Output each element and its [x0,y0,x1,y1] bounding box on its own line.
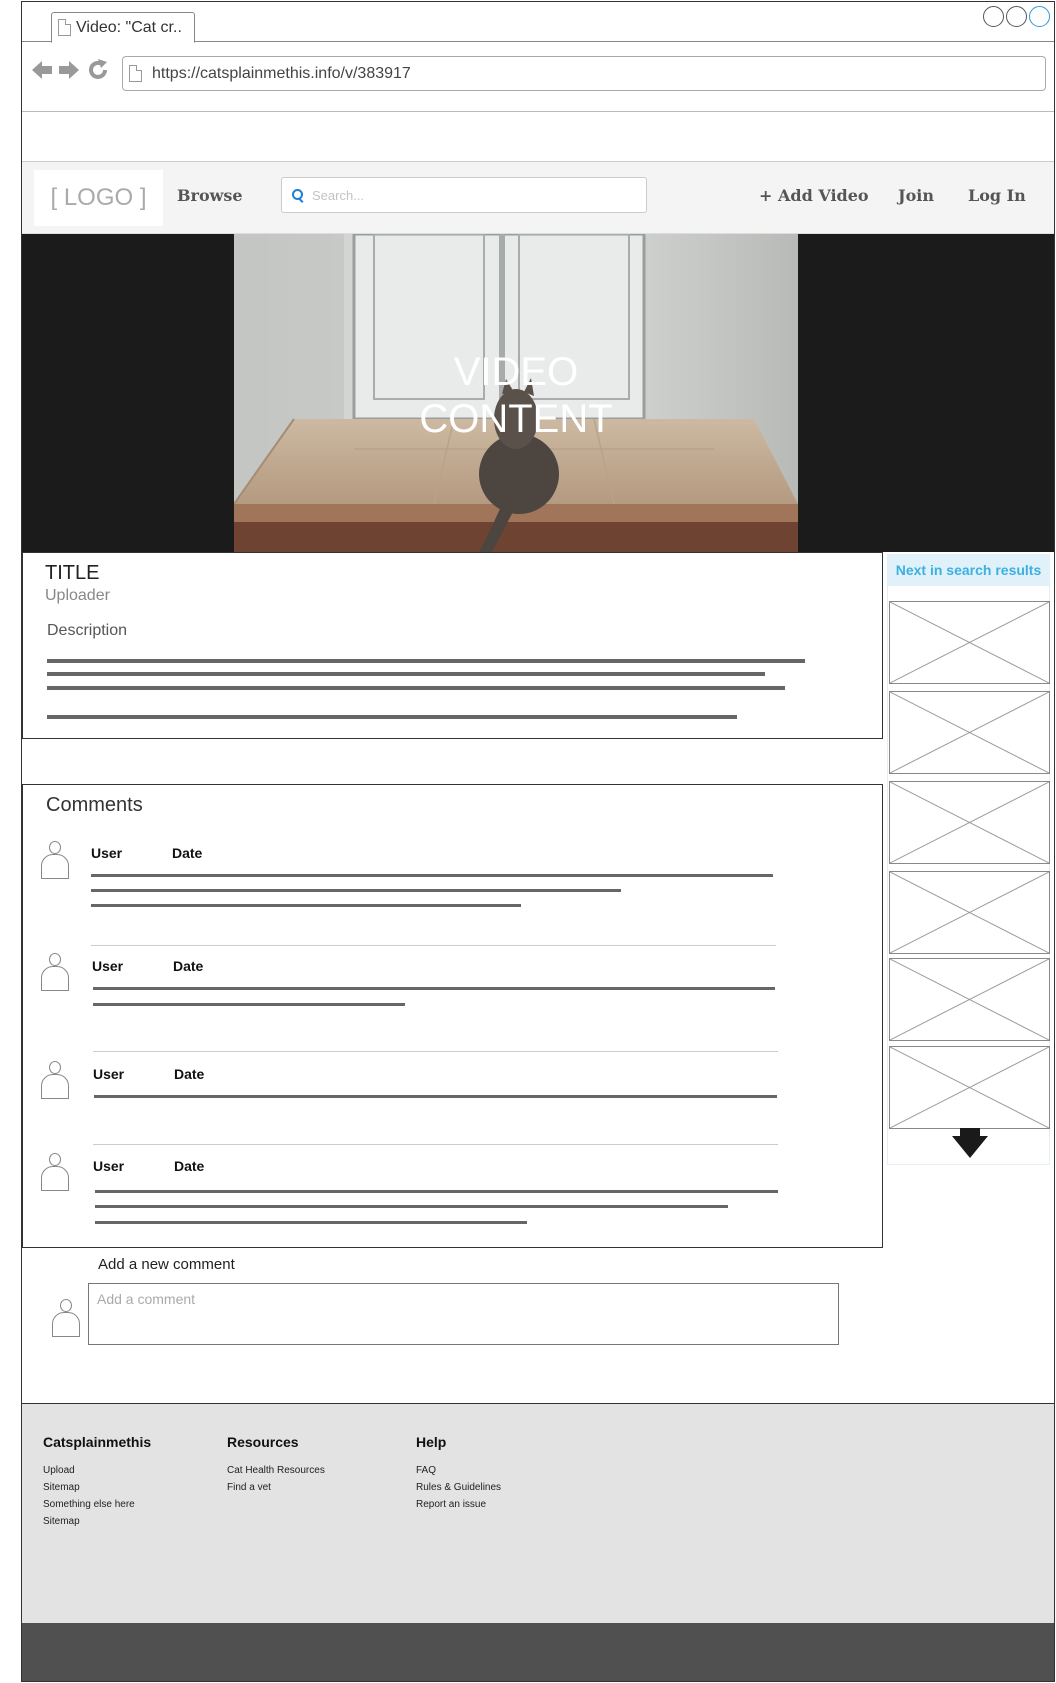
comment-divider [91,945,776,946]
forward-arrow-icon[interactable] [57,58,81,82]
comment-text-line [91,874,773,877]
description-text-line [47,715,737,719]
video-thumbnail[interactable] [889,1046,1050,1129]
footer-heading: Resources [227,1434,299,1450]
url-text: https://catsplainmethis.info/v/383917 [152,64,411,82]
comment-date: Date [173,958,204,974]
comment-date: Date [174,1066,205,1082]
video-thumbnail[interactable] [889,958,1050,1041]
site-footer: Catsplainmethis Upload Sitemap Something… [22,1403,1054,1623]
footer-link[interactable]: Rules & Guidelines [416,1479,501,1496]
footer-link[interactable]: Upload [43,1462,151,1479]
comment-date: Date [172,845,203,861]
comment-divider [93,1051,778,1052]
footer-heading: Help [416,1434,447,1450]
video-text-line1: VIDEO [453,350,579,394]
footer-column: Help FAQ Rules & Guidelines Report an is… [416,1434,501,1513]
browse-link[interactable]: Browse [177,186,243,205]
video-player[interactable]: VIDEO CONTENT [22,234,1054,552]
back-arrow-icon[interactable] [30,58,54,82]
reload-icon[interactable] [86,58,110,82]
user-avatar-icon[interactable] [41,1153,69,1191]
footer-link[interactable]: Something else here [43,1496,151,1513]
comment-text-line [95,1205,728,1208]
comment-text-line [91,904,521,907]
video-placeholder-text: VIDEO CONTENT [234,349,798,443]
comment-user[interactable]: User [93,1158,124,1174]
footer-column: Catsplainmethis Upload Sitemap Something… [43,1434,151,1530]
page-icon [129,65,142,82]
footer-link[interactable]: Sitemap [43,1479,151,1496]
description-text-line [47,672,765,676]
comment-text-line [94,1095,777,1098]
arrow-down-icon[interactable] [952,1128,988,1158]
footer-heading: Catsplainmethis [43,1434,152,1450]
tab-title: Video: "Cat cr.. [76,18,182,36]
login-link[interactable]: Log In [968,186,1026,205]
browser-window: Video: "Cat cr.. https://catsplainmethis… [21,1,1055,1682]
address-bar[interactable]: https://catsplainmethis.info/v/383917 [122,56,1046,91]
footer-link[interactable]: Report an issue [416,1496,501,1513]
comment-text-line [93,987,775,990]
comment-user[interactable]: User [93,1066,124,1082]
minimize-icon[interactable] [983,6,1004,27]
footer-link[interactable]: Find a vet [227,1479,325,1496]
video-title: TITLE [45,562,100,584]
maximize-icon[interactable] [1006,6,1027,27]
video-text-line2: CONTENT [419,397,613,441]
video-thumbnail[interactable] [889,871,1050,954]
footer-link[interactable]: FAQ [416,1462,501,1479]
comment-text-line [93,1003,405,1006]
video-thumbnail[interactable] [889,601,1050,684]
tab-strip: Video: "Cat cr.. [22,2,1054,43]
site-header: [ LOGO ] Browse + Add Video Join Log In [22,161,1054,234]
navigation-bar: https://catsplainmethis.info/v/383917 [22,42,1054,112]
uploader-link[interactable]: Uploader [45,587,110,605]
site-logo[interactable]: [ LOGO ] [34,170,163,226]
add-video-link[interactable]: + Add Video [759,186,869,205]
comment-divider [93,1144,778,1145]
description-label: Description [47,622,128,639]
comments-heading: Comments [46,794,143,816]
video-info-panel: TITLE Uploader Description [22,552,883,739]
comment-date: Date [174,1158,205,1174]
add-comment-label: Add a new comment [98,1256,235,1273]
search-icon [292,189,304,201]
description-text-line [47,686,785,690]
video-thumbnail[interactable] [889,691,1050,774]
user-avatar-icon[interactable] [41,1061,69,1099]
add-comment-input[interactable] [88,1283,839,1345]
video-frame[interactable]: VIDEO CONTENT [234,234,798,552]
search-input[interactable] [312,187,612,203]
next-results-heading: Next in search results [887,554,1050,586]
page-icon [58,19,71,36]
footer-column: Resources Cat Health Resources Find a ve… [227,1434,325,1496]
comment-text-line [95,1221,527,1224]
user-avatar-icon[interactable] [41,953,69,991]
current-user-avatar-icon [52,1299,80,1337]
video-thumbnail[interactable] [889,781,1050,864]
user-avatar-icon[interactable] [41,841,69,879]
comments-section: Comments User Date User Date User Date U… [22,784,883,1248]
browser-tab[interactable]: Video: "Cat cr.. [51,12,195,43]
join-link[interactable]: Join [898,186,934,205]
search-box[interactable] [281,177,647,213]
footer-link[interactable]: Cat Health Resources [227,1462,325,1479]
description-text-line [47,659,805,663]
comment-user[interactable]: User [91,845,122,861]
comment-text-line [95,1190,778,1193]
comment-text-line [91,889,621,892]
footer-link[interactable]: Sitemap [43,1513,151,1530]
window-controls [983,6,1050,27]
close-icon[interactable] [1029,6,1050,27]
next-results-list [887,586,1050,1165]
comment-user[interactable]: User [92,958,123,974]
footer-bottom-bar [22,1623,1054,1681]
